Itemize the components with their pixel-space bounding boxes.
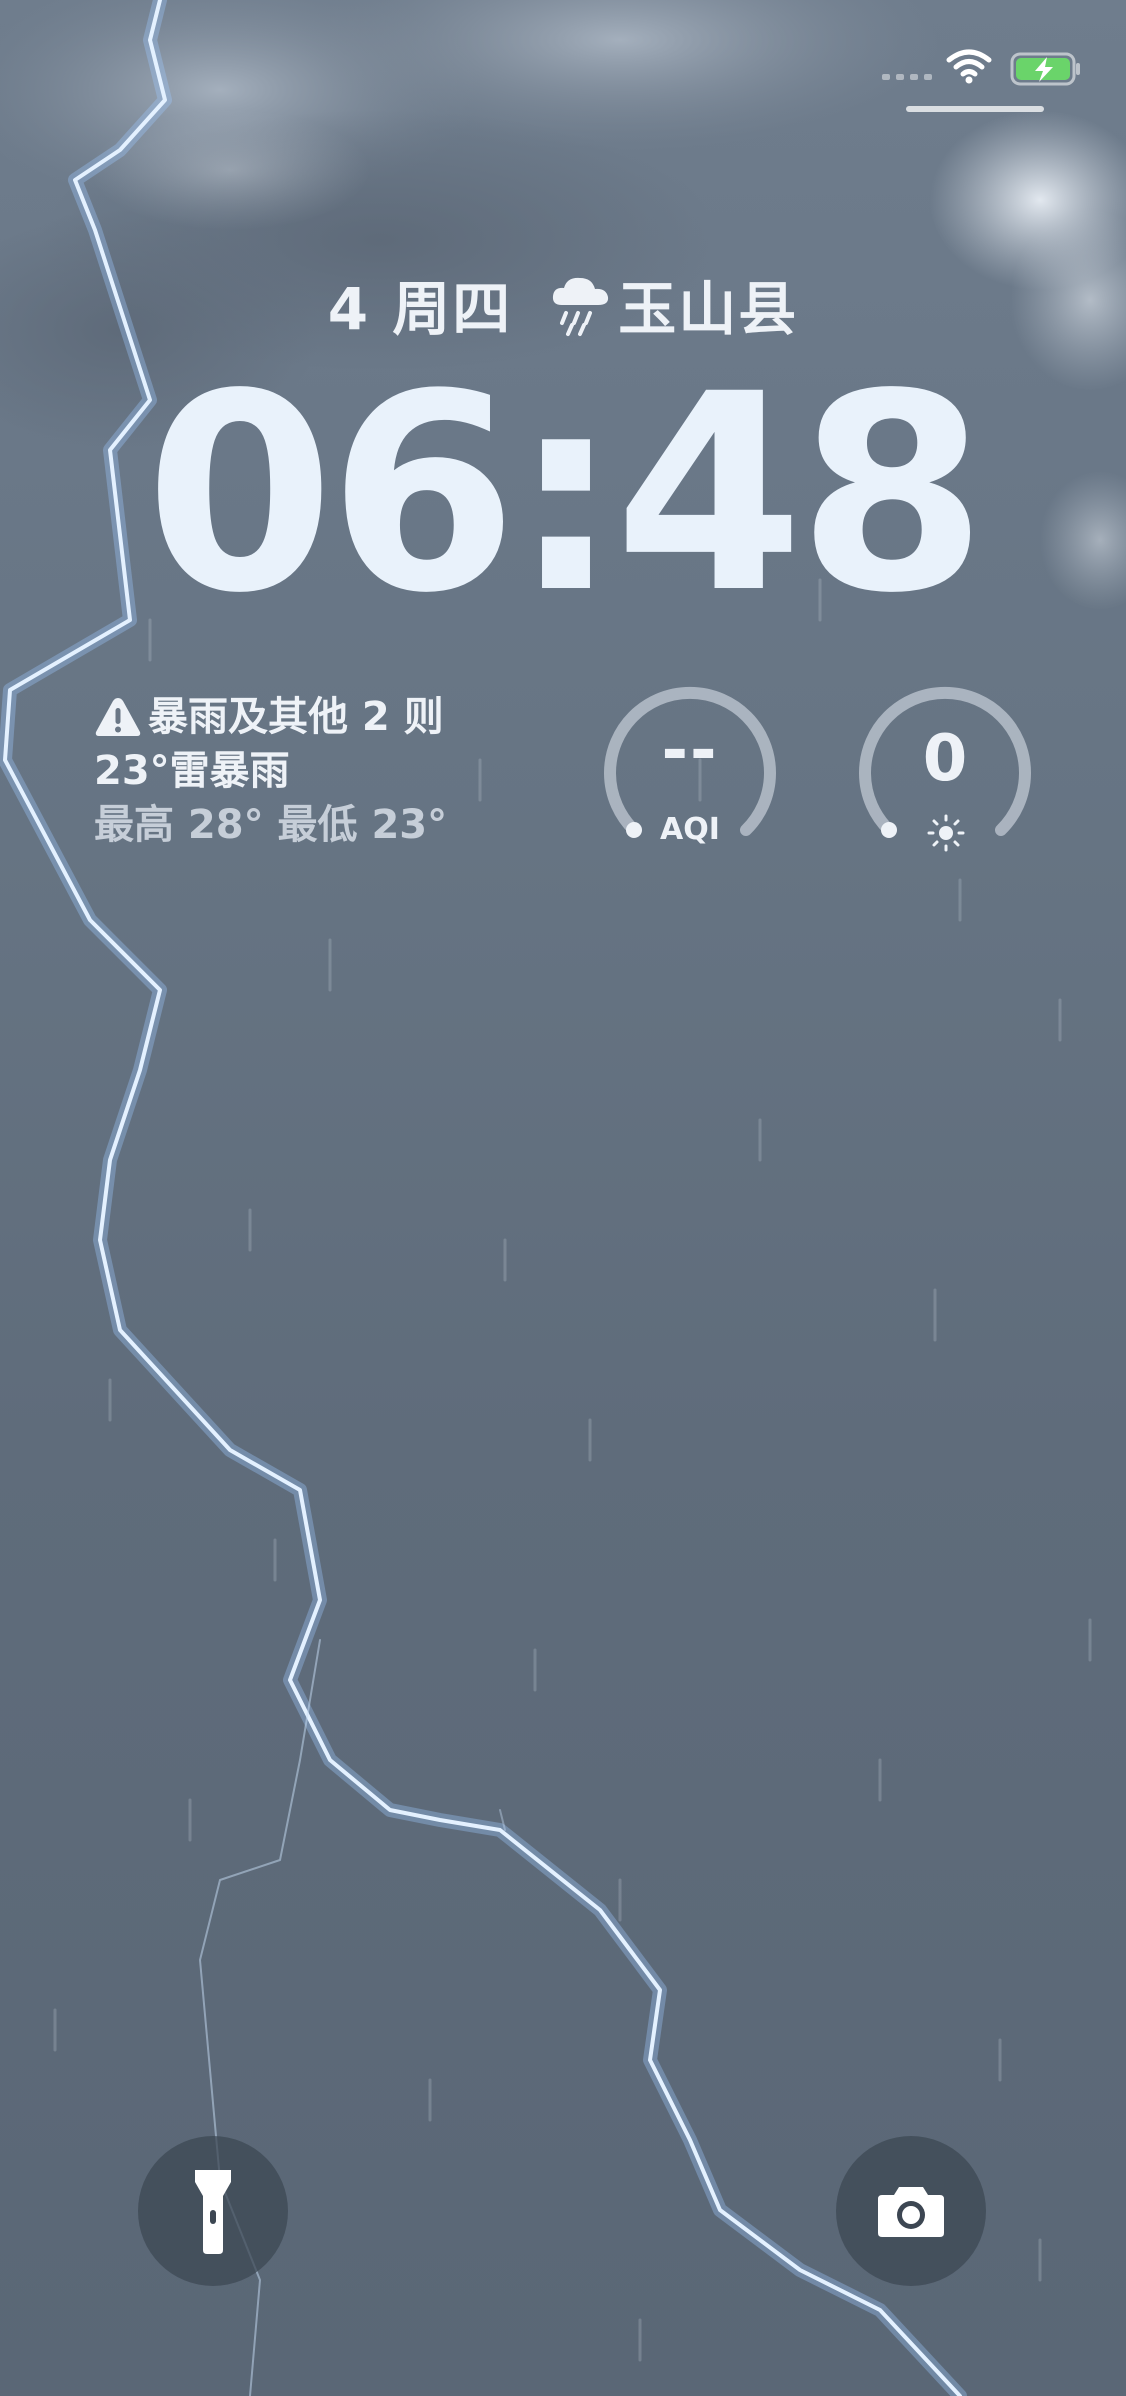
warning-icon <box>95 698 141 736</box>
status-bar <box>0 0 1126 120</box>
lock-location: 玉山县 <box>618 275 799 343</box>
sun-icon <box>927 814 965 852</box>
weather-alert-line: 暴雨及其他 2 则 <box>94 690 564 744</box>
aqi-value: -- <box>661 714 719 788</box>
current-condition: 23°雷暴雨 <box>94 748 290 794</box>
camera-button[interactable] <box>836 2136 986 2286</box>
lock-date: 4 周四 <box>327 275 513 343</box>
weather-widget[interactable]: 暴雨及其他 2 则 23°雷暴雨 最高 28° 最低 23° <box>94 690 564 852</box>
weather-alert-text: 暴雨及其他 2 则 <box>148 694 444 740</box>
cloud-rain-icon <box>553 277 609 336</box>
notification-center-indicator[interactable] <box>906 106 1044 112</box>
flashlight-icon <box>195 2170 231 2254</box>
uv-index-value: 0 <box>922 722 968 796</box>
camera-icon <box>878 2187 944 2237</box>
battery-charging-icon <box>1010 52 1080 86</box>
high-low-temperature: 最高 28° 最低 23° <box>94 802 448 848</box>
cellular-signal-indicator <box>882 74 932 80</box>
uv-index-gauge-widget[interactable]: 0 <box>855 684 1035 864</box>
aqi-label: AQI <box>660 812 720 847</box>
lock-screen: 4 周四 玉山县 06:48 暴雨及其他 2 则 23°雷暴雨 最高 28° 最… <box>0 0 1126 2396</box>
date-location-row[interactable]: 4 周四 玉山县 <box>0 262 1126 346</box>
aqi-gauge-widget[interactable]: -- AQI <box>600 684 780 864</box>
lock-clock[interactable]: 06:48 <box>0 345 1126 645</box>
flashlight-button[interactable] <box>138 2136 288 2286</box>
wifi-icon <box>946 49 992 84</box>
